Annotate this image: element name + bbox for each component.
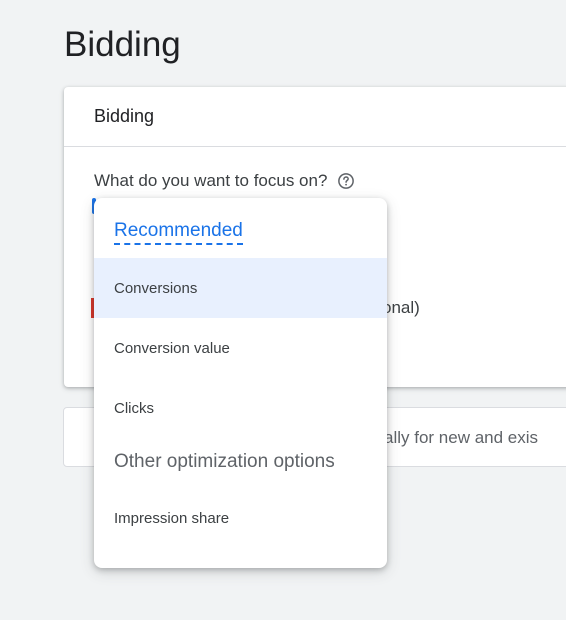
- focus-question-row: What do you want to focus on?: [94, 171, 355, 191]
- page-title: Bidding: [64, 25, 181, 64]
- option-label: Conversion value: [114, 339, 230, 357]
- secondary-card-text: ally for new and exis: [384, 428, 539, 447]
- option-conversion-value[interactable]: Conversion value: [94, 318, 387, 378]
- option-label: Clicks: [114, 399, 154, 417]
- option-label: Conversions: [114, 279, 198, 297]
- focus-question-label: What do you want to focus on?: [94, 171, 328, 190]
- recommended-group-header[interactable]: Recommended: [114, 220, 243, 245]
- bidding-card-title: Bidding: [94, 106, 155, 126]
- help-circle-icon[interactable]: [337, 172, 355, 190]
- option-conversions[interactable]: Conversions: [94, 258, 387, 318]
- option-clicks[interactable]: Clicks: [94, 378, 387, 438]
- partially-hidden-text: onal): [382, 298, 420, 317]
- option-impression-share[interactable]: Impression share: [94, 488, 387, 548]
- other-options-group-header: Other optimization options: [114, 451, 335, 472]
- bidding-card-header: Bidding: [64, 87, 566, 147]
- focus-dropdown-menu: Recommended Conversions Conversion value…: [94, 198, 387, 568]
- option-label: Impression share: [114, 509, 230, 527]
